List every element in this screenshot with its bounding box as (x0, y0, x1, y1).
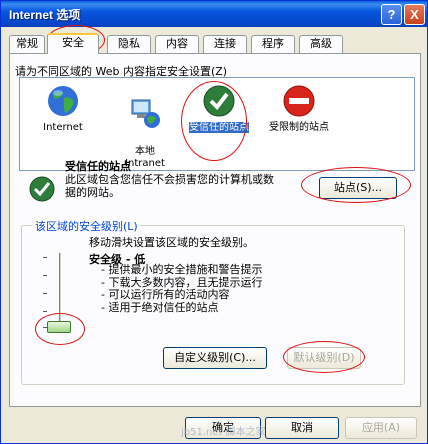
security-level-label: 该区域的安全级别(L) (33, 218, 140, 234)
internet-options-window: Internet 选项 ? X 常规 安全 隐私 内容 连接 程序 高级 请为不… (0, 0, 428, 444)
tab-programs[interactable]: 程序 (251, 35, 295, 53)
tab-advanced[interactable]: 高级 (299, 35, 343, 53)
zone-trusted[interactable]: 受信任的站点 (184, 84, 254, 134)
slider-tick (43, 311, 47, 312)
custom-level-button[interactable]: 自定义级别(C)... (163, 347, 267, 369)
tab-general[interactable]: 常规 (9, 35, 45, 53)
intranet-icon (131, 99, 160, 128)
close-button[interactable]: X (404, 4, 425, 25)
zone-description-title: 受信任的站点 (65, 160, 131, 173)
title-bar[interactable]: Internet 选项 ? X (1, 1, 427, 27)
bullet-1: - 提供最小的安全措施和警告提示 (101, 263, 263, 276)
apply-button[interactable]: 应用(A) (345, 417, 417, 439)
window-title: Internet 选项 (9, 8, 81, 22)
bullet-4: - 适用于绝对信任的站点 (101, 300, 219, 314)
tab-security[interactable]: 安全 (47, 33, 99, 54)
default-level-button[interactable]: 默认级别(D) (287, 347, 361, 369)
tab-content[interactable]: 内容 (155, 35, 199, 53)
tab-connections[interactable]: 连接 (203, 35, 247, 53)
security-slider-thumb[interactable] (47, 321, 71, 333)
trusted-check-icon (203, 85, 235, 117)
zone-internet[interactable]: Internet (28, 84, 98, 134)
cancel-button[interactable]: 取消 (265, 417, 339, 439)
security-level-bullets: - 提供最小的安全措施和警告提示 - 下载大多数内容，且无提示运行 - 可以运行… (101, 263, 263, 314)
sites-button[interactable]: 站点(S)... (319, 177, 397, 199)
zone-internet-label: Internet (43, 122, 83, 133)
zone-restricted-label: 受限制的站点 (269, 122, 329, 133)
zone-description-text: 此区域包含您信任不会损害您的计算机或数据的网站。 (65, 173, 274, 199)
slider-hint: 移动滑块设置该区域的安全级别。 (89, 236, 254, 249)
zone-trusted-label: 受信任的站点 (189, 122, 249, 133)
zone-intranet-label: 本地 Intranet (125, 146, 165, 169)
zone-restricted[interactable]: 受限制的站点 (264, 84, 334, 134)
trusted-zone-check-icon (29, 176, 55, 202)
slider-tick (43, 275, 47, 276)
slider-tick (43, 257, 47, 258)
help-button[interactable]: ? (381, 4, 402, 25)
globe-icon (48, 86, 78, 116)
tab-privacy[interactable]: 隐私 (107, 35, 151, 53)
restricted-icon (283, 85, 315, 117)
slider-tick (43, 293, 47, 294)
zone-list[interactable]: Internet 本地 Intranet 受信任的站点 受限制的站点 (19, 77, 415, 171)
bullet-3: - 可以运行所有的活动内容 (101, 288, 230, 301)
tab-strip: 常规 安全 隐私 内容 连接 程序 高级 (9, 33, 421, 54)
watermark: jb51.net 脚本之家 (181, 427, 266, 438)
